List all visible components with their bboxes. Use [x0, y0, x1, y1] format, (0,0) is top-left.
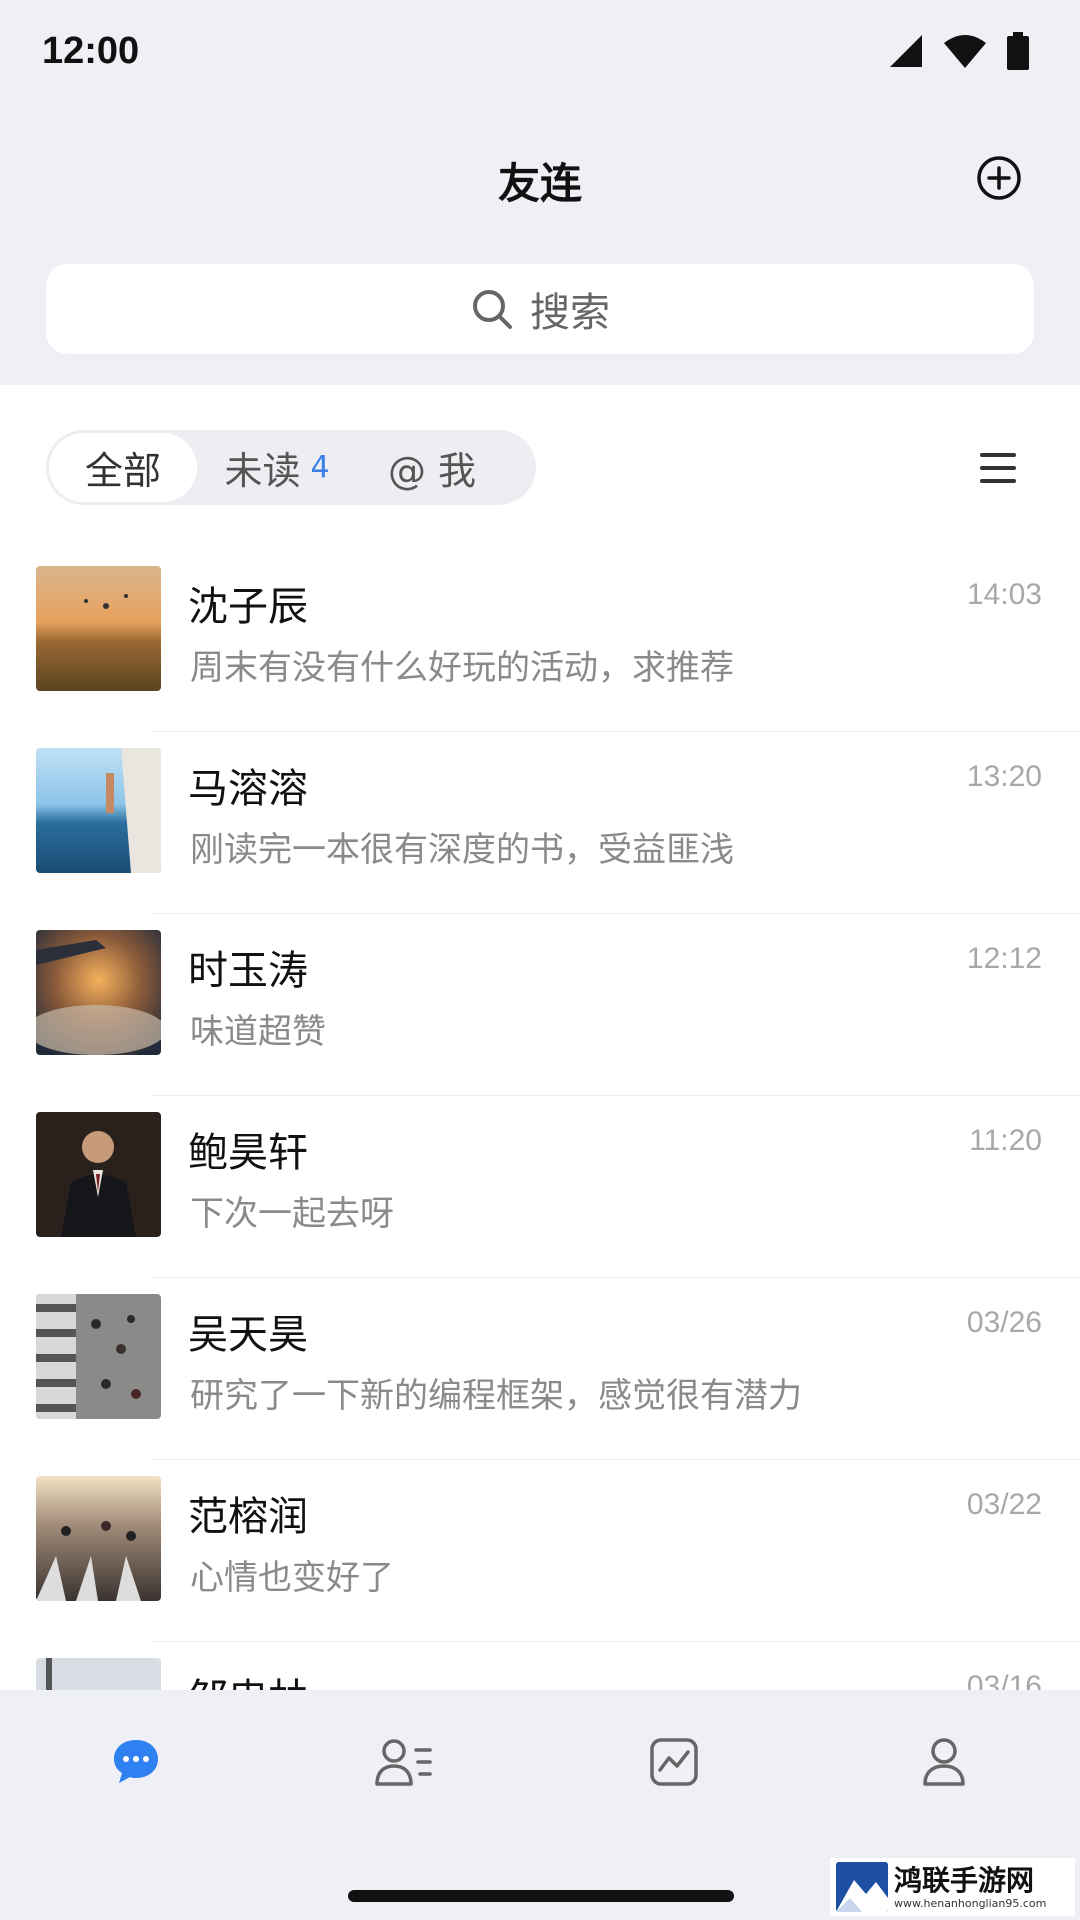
- message-preview: 研究了一下新的编程框架，感觉很有潜力: [190, 1376, 802, 1416]
- avatar: [36, 1112, 161, 1237]
- contacts-icon: [375, 1739, 432, 1786]
- wifi-icon: [944, 35, 986, 68]
- filter-all-tab[interactable]: 全部: [49, 433, 197, 502]
- conversation-row[interactable]: 沈子辰 周末有没有什么好玩的活动，求推荐 14:03: [0, 550, 1080, 732]
- signal-icon: [890, 35, 922, 67]
- tab-messages[interactable]: [104, 1730, 168, 1794]
- status-time: 12:00: [42, 30, 140, 72]
- filter-at-me-tab[interactable]: @ 我: [357, 433, 507, 502]
- battery-icon: [1007, 32, 1029, 70]
- page-title: 友连: [497, 159, 582, 208]
- avatar: [36, 930, 161, 1055]
- search-icon: [473, 290, 512, 329]
- watermark-logo: 鸿联手游网 www.henanhonglian95.com: [830, 1858, 1075, 1916]
- watermark-title: 鸿联手游网: [894, 1863, 1035, 1897]
- filter-at-me-label: @ 我: [387, 449, 477, 493]
- top-area: 12:00 友连 搜索: [0, 0, 1080, 385]
- message-time: 13:20: [966, 760, 1042, 793]
- message-preview: 心情也变好了: [190, 1558, 394, 1598]
- conversation-row[interactable]: 邹忠林 03/16: [0, 1642, 1080, 1690]
- message-preview: 下次一起去呀: [190, 1194, 394, 1234]
- filter-all-label: 全部: [84, 449, 161, 493]
- contact-name: 沈子辰: [188, 584, 308, 630]
- contact-name: 邹忠林: [188, 1666, 308, 1690]
- tab-contacts[interactable]: [372, 1730, 436, 1794]
- conversation-list: 沈子辰 周末有没有什么好玩的活动，求推荐 14:03 马溶溶 刚读完一本很有深度…: [0, 550, 1080, 1690]
- menu-icon[interactable]: [978, 451, 1018, 485]
- message-time: 12:12: [966, 942, 1042, 975]
- contact-name: 范榕润: [188, 1494, 308, 1540]
- conversation-row[interactable]: 时玉涛 味道超赞 12:12: [0, 914, 1080, 1096]
- profile-icon: [923, 1738, 965, 1786]
- contact-name: 时玉涛: [188, 948, 308, 994]
- filter-unread-label: 未读: [224, 449, 301, 493]
- add-circle-icon[interactable]: [976, 155, 1022, 201]
- filter-row: 全部 未读 4 @ 我: [0, 385, 1080, 550]
- message-time: 03/26: [966, 1306, 1042, 1339]
- message-preview: 周末有没有什么好玩的活动，求推荐: [190, 648, 734, 688]
- avatar: [36, 566, 161, 691]
- chat-bubble-icon: [114, 1740, 158, 1783]
- message-time: 03/16: [966, 1670, 1042, 1690]
- avatar: [36, 1476, 161, 1601]
- contact-name: 马溶溶: [188, 766, 308, 812]
- filter-unread-tab[interactable]: 未读 4: [197, 433, 357, 502]
- tab-profile[interactable]: [912, 1730, 976, 1794]
- message-preview: 刚读完一本很有深度的书，受益匪浅: [190, 830, 734, 870]
- status-icons: [888, 32, 1030, 70]
- contact-name: 吴天昊: [188, 1312, 308, 1358]
- avatar: [36, 748, 161, 873]
- watermark-mountain-icon: [836, 1862, 888, 1912]
- avatar: [36, 1658, 161, 1690]
- home-indicator[interactable]: [348, 1890, 734, 1902]
- message-time: 14:03: [966, 578, 1042, 611]
- watermark-url: www.henanhonglian95.com: [894, 1896, 1047, 1910]
- contact-name: 鲍昊轩: [188, 1130, 308, 1176]
- avatar: [36, 1294, 161, 1419]
- message-time: 11:20: [969, 1124, 1042, 1157]
- status-bar: 12:00: [0, 0, 1080, 105]
- tab-trends[interactable]: [642, 1730, 706, 1794]
- search-input[interactable]: 搜索: [46, 264, 1034, 354]
- unread-count-badge: 4: [310, 450, 330, 485]
- trend-chart-icon: [650, 1738, 698, 1786]
- conversation-row[interactable]: 鲍昊轩 下次一起去呀 11:20: [0, 1096, 1080, 1278]
- message-time: 03/22: [966, 1488, 1042, 1521]
- conversation-row[interactable]: 范榕润 心情也变好了 03/22: [0, 1460, 1080, 1642]
- conversation-row[interactable]: 马溶溶 刚读完一本很有深度的书，受益匪浅 13:20: [0, 732, 1080, 914]
- filter-segmented-control: 全部 未读 4 @ 我: [46, 430, 536, 505]
- message-preview: 味道超赞: [190, 1012, 326, 1052]
- search-placeholder: 搜索: [530, 290, 610, 336]
- conversation-row[interactable]: 吴天昊 研究了一下新的编程框架，感觉很有潜力 03/26: [0, 1278, 1080, 1460]
